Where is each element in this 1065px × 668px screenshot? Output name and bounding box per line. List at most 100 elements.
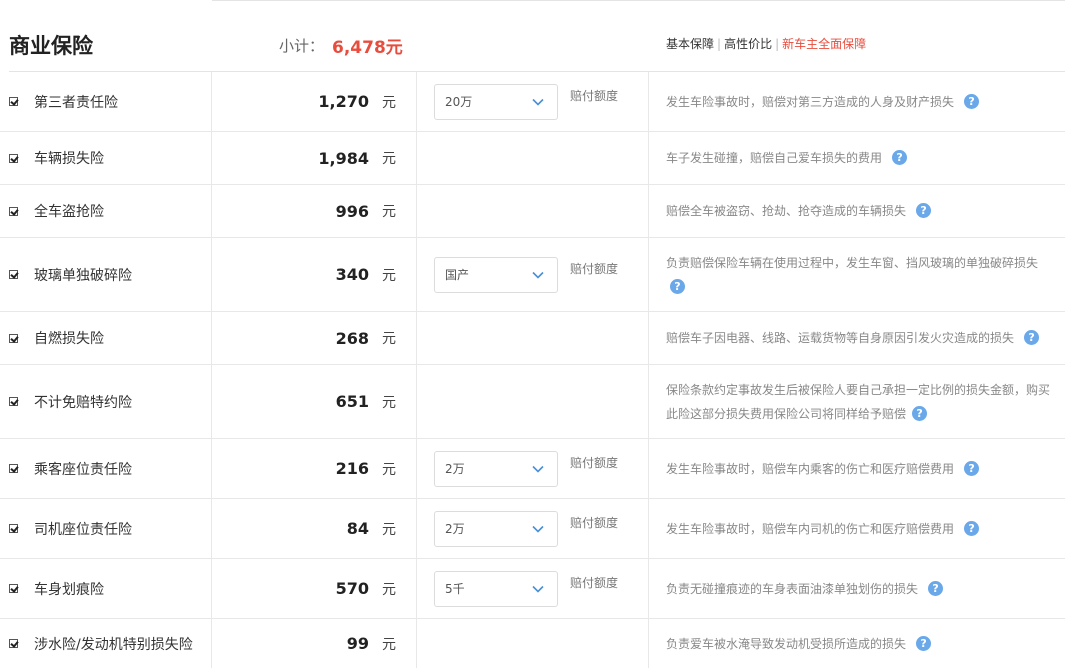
insurance-name-cell: 乘客座位责任险 — [9, 439, 212, 498]
section-title: 商业保险 — [9, 34, 93, 58]
price-cell: 340 元 — [212, 238, 417, 311]
insurance-name-cell: 涉水险/发动机特别损失险 — [9, 619, 212, 668]
description-cell: 赔偿全车被盗窃、抢劫、抢夺造成的车辆损失? — [649, 185, 1065, 237]
coverage-option-cell: 5千 赔付额度 — [417, 559, 649, 618]
coverage-amount-select[interactable]: 2万 — [434, 510, 558, 547]
insurance-row: 司机座位责任险 84 元 2万 赔付额度 发生车险事故时，赔偿车内司机的伤亡和医疗赔偿费用… — [0, 499, 1065, 559]
question-mark-circle-icon[interactable]: ? — [892, 150, 908, 165]
insurance-row: 玻璃单独破碎险 340 元 国产 赔付额度 负责赔偿保险车辆在使用过程中，发生车窗、挡风玻… — [0, 238, 1065, 312]
question-mark-circle-icon[interactable]: ? — [964, 460, 980, 476]
description-text: 发生车险事故时，赔偿对第三方造成的人身及财产损失 — [666, 94, 955, 109]
checkmark-icon[interactable] — [9, 333, 18, 343]
checkmark-icon[interactable] — [9, 397, 18, 406]
insurance-name: 涉水险/发动机特别损失险 — [34, 636, 193, 653]
checkmark-icon[interactable] — [9, 524, 18, 533]
insurance-price: 651 — [335, 392, 369, 411]
price-unit: 元 — [382, 581, 396, 598]
insurance-description: 发生车险事故时，赔偿车内乘客的伤亡和医疗赔偿费用? — [666, 457, 980, 481]
question-mark-circle-icon[interactable]: ? — [670, 278, 685, 294]
price-unit: 元 — [382, 267, 396, 284]
insurance-name: 自燃损失险 — [34, 331, 104, 347]
insurance-name: 车辆损失险 — [34, 151, 104, 167]
coverage-amount-value: 2万 — [445, 522, 465, 536]
description-text: 赔偿全车被盗窃、抢劫、抢夺造成的车辆损失 — [666, 204, 907, 218]
insurance-price: 570 — [335, 579, 369, 598]
question-mark-circle-icon[interactable]: ? — [916, 203, 932, 218]
subtotal-value: 6,478元 — [332, 38, 403, 58]
insurance-price: 1,270 — [318, 92, 369, 111]
price-cell: 1,984 元 — [212, 132, 417, 184]
insurance-row: 不计免赔特约险 651 元 保险条款约定事故发生后被保险人要自己承担一定比例的损失金额… — [0, 365, 1065, 439]
coverage-option-cell — [417, 365, 649, 438]
checkmark-icon[interactable] — [9, 584, 18, 593]
question-mark-circle-icon[interactable]: ? — [912, 405, 928, 421]
coverage-amount-select[interactable]: 2万 — [434, 450, 558, 487]
price-unit: 元 — [382, 461, 396, 478]
coverage-option-cell: 国产 赔付额度 — [417, 238, 649, 311]
section-header: 商业保险 小计： 6,478元 基本保障 | 高性价比 | 新车主全面保障 — [0, 0, 1065, 72]
insurance-row: 自燃损失险 268 元 赔偿车子因电器、线路、运载货物等自身原因引发火灾造成的损失? — [0, 312, 1065, 365]
insurance-row: 乘客座位责任险 216 元 2万 赔付额度 发生车险事故时，赔偿车内乘客的伤亡和医疗赔偿费… — [0, 439, 1065, 499]
question-mark-circle-icon[interactable]: ? — [964, 520, 980, 536]
price-unit: 元 — [382, 151, 396, 167]
price-cell: 216 元 — [212, 439, 417, 498]
insurance-row: 第三者责任险 1,270 元 20万 赔付额度 发生车险事故时，赔偿对第三方造成的人身及财… — [0, 72, 1065, 132]
insurance-name-cell: 第三者责任险 — [9, 72, 212, 131]
question-mark-circle-icon[interactable]: ? — [1024, 330, 1040, 345]
coverage-amount-select[interactable]: 20万 — [434, 83, 558, 120]
description-cell: 负责无碰撞痕迹的车身表面油漆单独划伤的损失? — [649, 559, 1065, 618]
insurance-price: 340 — [335, 265, 369, 284]
coverage-amount-value: 2万 — [445, 462, 465, 476]
checkmark-icon[interactable] — [9, 464, 18, 473]
plan-value[interactable]: 高性价比 — [724, 37, 772, 51]
insurance-description: 负责爱车被水淹导致发动机受损所造成的损失? — [666, 632, 932, 656]
insurance-name-cell: 车身划痕险 — [9, 559, 212, 618]
coverage-option-cell: 2万 赔付额度 — [417, 439, 649, 498]
checkmark-icon[interactable] — [9, 153, 18, 163]
question-mark-circle-icon[interactable]: ? — [928, 580, 944, 596]
coverage-option-cell — [417, 132, 649, 184]
description-cell: 保险条款约定事故发生后被保险人要自己承担一定比例的损失金额，购买此险这部分损失费… — [649, 365, 1065, 438]
plan-basic[interactable]: 基本保障 — [666, 37, 714, 51]
description-cell: 发生车险事故时，赔偿对第三方造成的人身及财产损失? — [649, 72, 1065, 131]
price-cell: 99 元 — [212, 619, 417, 668]
insurance-name: 不计免赔特约险 — [34, 394, 132, 411]
insurance-name: 乘客座位责任险 — [34, 461, 132, 478]
coverage-amount-select[interactable]: 国产 — [434, 256, 558, 293]
insurance-name-cell: 全车盗抢险 — [9, 185, 212, 237]
insurance-name-cell: 玻璃单独破碎险 — [9, 238, 212, 311]
insurance-description: 车子发生碰撞，赔偿自己爱车损失的费用? — [666, 146, 908, 170]
coverage-amount-select[interactable]: 5千 — [434, 570, 558, 607]
description-text: 保险条款约定事故发生后被保险人要自己承担一定比例的损失金额，购买此险这部分损失费… — [666, 382, 1051, 421]
price-unit: 元 — [382, 521, 396, 538]
checkmark-icon[interactable] — [9, 270, 18, 279]
chevron-down-icon — [532, 585, 544, 593]
insurance-price: 99 — [346, 634, 369, 653]
coverage-amount-label: 赔付额度 — [570, 576, 619, 590]
description-text: 发生车险事故时，赔偿车内乘客的伤亡和医疗赔偿费用 — [666, 461, 955, 476]
insurance-description: 保险条款约定事故发生后被保险人要自己承担一定比例的损失金额，购买此险这部分损失费… — [666, 378, 1061, 426]
insurance-name: 车身划痕险 — [34, 581, 104, 598]
description-cell: 发生车险事故时，赔偿车内司机的伤亡和医疗赔偿费用? — [649, 499, 1065, 558]
coverage-option-cell: 20万 赔付额度 — [417, 72, 649, 131]
chevron-down-icon — [532, 271, 544, 279]
description-cell: 赔偿车子因电器、线路、运载货物等自身原因引发火灾造成的损失? — [649, 312, 1065, 364]
chevron-down-icon — [532, 98, 544, 106]
insurance-row: 涉水险/发动机特别损失险 99 元 负责爱车被水淹导致发动机受损所造成的损失? — [0, 619, 1065, 668]
insurance-description: 赔偿车子因电器、线路、运载货物等自身原因引发火灾造成的损失? — [666, 326, 1040, 350]
checkmark-icon[interactable] — [9, 97, 18, 106]
price-unit: 元 — [382, 331, 396, 347]
question-mark-circle-icon[interactable]: ? — [916, 635, 932, 651]
insurance-row: 车身划痕险 570 元 5千 赔付额度 负责无碰撞痕迹的车身表面油漆单独划伤的损失? — [0, 559, 1065, 619]
plan-new-owner-full[interactable]: 新车主全面保障 — [782, 37, 866, 51]
description-cell: 车子发生碰撞，赔偿自己爱车损失的费用? — [649, 132, 1065, 184]
question-mark-circle-icon[interactable]: ? — [964, 93, 980, 109]
insurance-name: 司机座位责任险 — [34, 521, 132, 538]
insurance-price: 216 — [335, 459, 369, 478]
checkmark-icon[interactable] — [9, 206, 18, 216]
description-text: 负责赔偿保险车辆在使用过程中，发生车窗、挡风玻璃的单独破碎损失 — [666, 255, 1039, 270]
price-cell: 1,270 元 — [212, 72, 417, 131]
description-text: 负责无碰撞痕迹的车身表面油漆单独划伤的损失 — [666, 581, 919, 596]
description-cell: 发生车险事故时，赔偿车内乘客的伤亡和医疗赔偿费用? — [649, 439, 1065, 498]
checkmark-icon[interactable] — [9, 639, 18, 648]
